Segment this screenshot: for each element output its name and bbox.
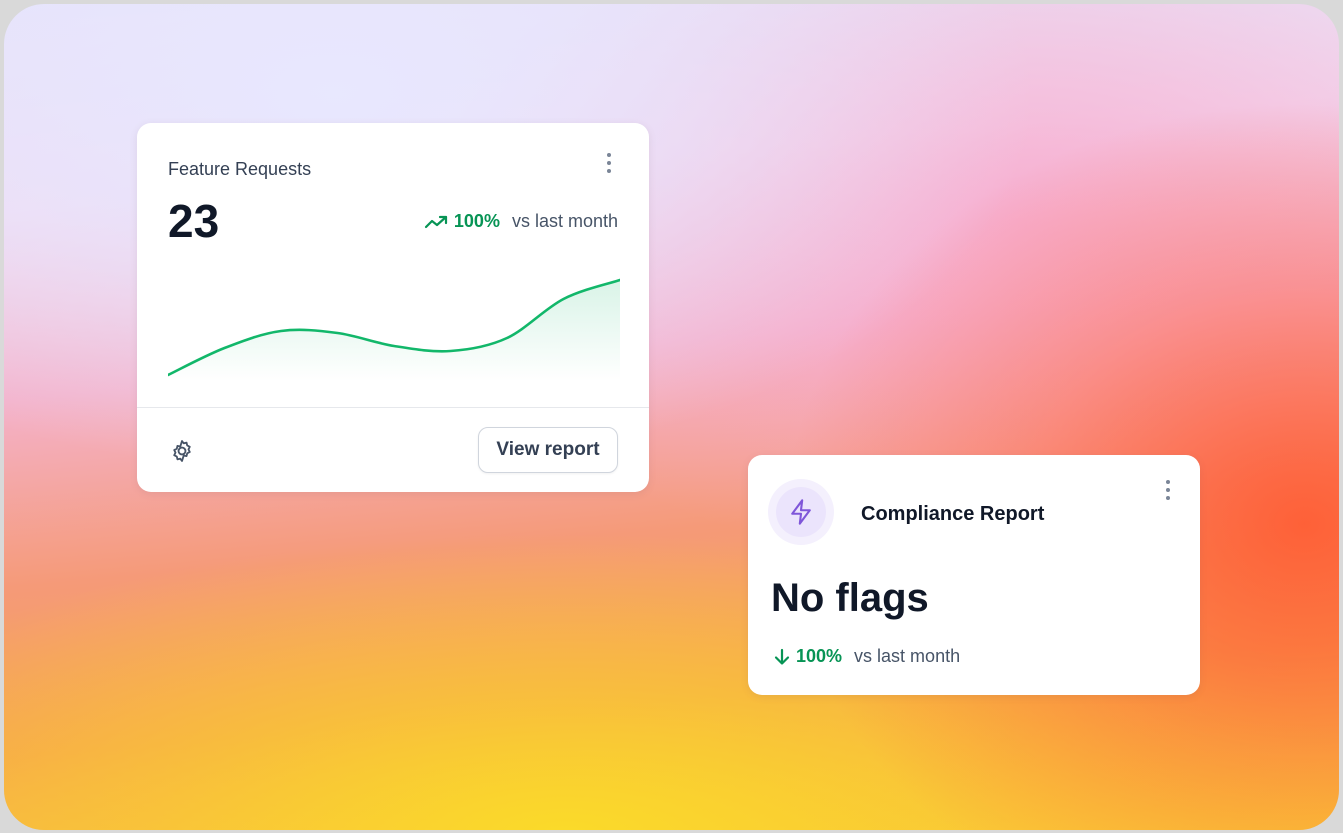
arrow-down-icon	[774, 648, 790, 665]
more-vertical-icon[interactable]	[599, 150, 619, 176]
feature-requests-card: Feature Requests 23 100% vs last month V…	[137, 123, 649, 492]
more-vertical-icon[interactable]	[1158, 477, 1178, 503]
card-title: Compliance Report	[861, 503, 1045, 525]
trend-up-icon	[424, 215, 448, 228]
gradient-background: Feature Requests 23 100% vs last month V…	[4, 4, 1339, 830]
chart-area	[168, 280, 620, 381]
lightning-icon	[791, 499, 811, 525]
change-percent: 100%	[796, 646, 843, 666]
gear-icon[interactable]	[169, 438, 195, 464]
icon-badge	[768, 479, 834, 545]
compliance-report-card: Compliance Report No flags 100% vs last …	[748, 455, 1200, 695]
compliance-status: No flags	[771, 576, 929, 620]
change-percent: 100%	[453, 211, 500, 231]
card-title: Feature Requests	[168, 159, 312, 179]
metric-value: 23	[168, 195, 220, 247]
divider	[137, 407, 649, 408]
feature-requests-chart	[168, 278, 620, 381]
change-label: vs last month	[511, 211, 618, 231]
change-label: vs last month	[854, 646, 961, 666]
trend-indicator: 100% vs last month	[424, 211, 618, 232]
trend-indicator: 100% vs last month	[772, 646, 960, 667]
view-report-button[interactable]: View report	[478, 427, 618, 473]
